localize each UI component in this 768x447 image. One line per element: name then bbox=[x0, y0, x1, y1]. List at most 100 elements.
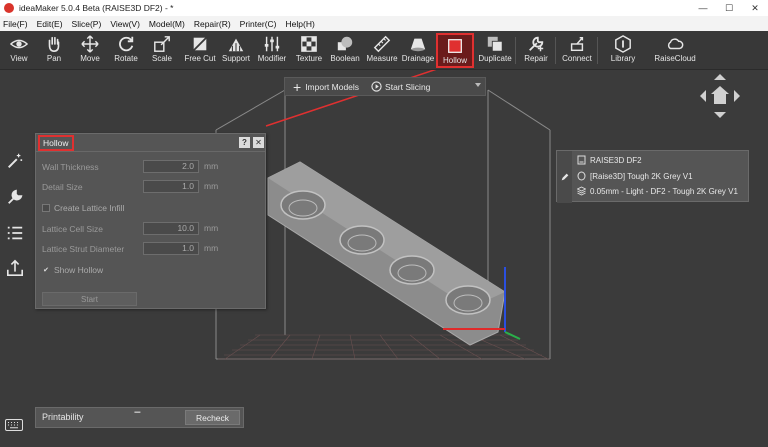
lattice-infill-checkbox[interactable]: Create Lattice Infill bbox=[42, 203, 124, 213]
tool-library-label: Library bbox=[610, 54, 636, 63]
lattice-cell-size-unit: mm bbox=[204, 223, 219, 233]
filament-icon bbox=[577, 171, 586, 181]
tool-pan-label: Pan bbox=[46, 54, 62, 63]
eye-icon bbox=[10, 39, 28, 49]
pencil-icon bbox=[561, 173, 569, 181]
menu-printer[interactable]: Printer(C) bbox=[240, 19, 277, 29]
checkbox-empty-icon bbox=[42, 204, 50, 212]
printer-name: RAISE3D DF2 bbox=[590, 155, 642, 165]
lattice-strut-label: Lattice Strut Diameter bbox=[42, 244, 125, 254]
duplicate-icon bbox=[487, 36, 503, 52]
printability-label: Printability bbox=[42, 412, 84, 422]
toolbar-separator bbox=[515, 37, 516, 64]
drainage-icon bbox=[410, 38, 426, 52]
wrench-sidebar-icon[interactable] bbox=[5, 187, 25, 207]
tool-repair-button[interactable]: Repair bbox=[517, 33, 555, 68]
detail-size-unit: mm bbox=[204, 181, 219, 191]
printer-row[interactable]: RAISE3D DF2 bbox=[577, 155, 642, 165]
connect-icon bbox=[570, 36, 584, 52]
material-name: [Raise3D] Tough 2K Grey V1 bbox=[590, 171, 693, 181]
menu-view[interactable]: View(V) bbox=[110, 19, 140, 29]
tool-boolean-label: Boolean bbox=[330, 54, 360, 63]
nav-down-icon[interactable] bbox=[714, 112, 726, 118]
menu-file[interactable]: File(F) bbox=[3, 19, 28, 29]
layers-icon bbox=[577, 186, 586, 196]
toolbar-separator bbox=[597, 37, 598, 64]
sliders-icon bbox=[264, 36, 280, 52]
menu-bar: File(F) Edit(E) Slice(P) View(V) Model(M… bbox=[0, 16, 768, 31]
show-hollow-label: Show Hollow bbox=[54, 265, 104, 275]
printer-info-panel[interactable]: RAISE3D DF2 [Raise3D] Tough 2K Grey V1 0… bbox=[556, 150, 749, 203]
menu-slice[interactable]: Slice(P) bbox=[72, 19, 102, 29]
tool-rotate-button[interactable]: Rotate bbox=[107, 33, 145, 68]
nav-right-icon[interactable] bbox=[734, 90, 740, 102]
start-slicing-button[interactable]: Start Slicing bbox=[359, 81, 430, 92]
cut-icon bbox=[192, 36, 208, 52]
wall-thickness-input[interactable]: 2.0 bbox=[143, 160, 199, 173]
profile-row[interactable]: 0.05mm - Light - DF2 - Tough 2K Grey V1 bbox=[577, 186, 738, 196]
tool-view-button[interactable]: View bbox=[0, 33, 38, 68]
tool-hollow-button[interactable]: Hollow bbox=[436, 33, 474, 68]
start-hollow-button[interactable]: Start bbox=[42, 292, 137, 306]
tool-view-label: View bbox=[10, 54, 28, 63]
start-slicing-label: Start Slicing bbox=[385, 81, 431, 92]
tool-support-button[interactable]: Support bbox=[217, 33, 255, 68]
material-row[interactable]: [Raise3D] Tough 2K Grey V1 bbox=[577, 171, 693, 181]
close-panel-button[interactable]: ✕ bbox=[253, 137, 264, 148]
tool-scale-button[interactable]: Scale bbox=[143, 33, 181, 68]
drag-grip-icon[interactable]: ▪▪▪▪▪ bbox=[134, 410, 141, 416]
tool-move-label: Move bbox=[80, 54, 100, 63]
magic-wand-icon[interactable] bbox=[5, 151, 25, 171]
build-plate-grid bbox=[218, 334, 550, 360]
navigation-pad bbox=[700, 74, 740, 118]
maximize-button[interactable]: ☐ bbox=[716, 0, 742, 16]
tool-connect-button[interactable]: Connect bbox=[558, 33, 596, 68]
tool-repair-label: Repair bbox=[524, 54, 548, 63]
menu-edit[interactable]: Edit(E) bbox=[37, 19, 63, 29]
tool-move-button[interactable]: Move bbox=[71, 33, 109, 68]
tool-library-button[interactable]: Library bbox=[604, 33, 642, 68]
tool-pan-button[interactable]: Pan bbox=[35, 33, 73, 68]
tool-raisecloud-button[interactable]: RaiseCloud bbox=[654, 33, 696, 68]
import-models-button[interactable]: + Import Models bbox=[285, 80, 360, 94]
show-hollow-checkbox[interactable]: ✔ Show Hollow bbox=[42, 265, 103, 275]
keyboard-icon[interactable] bbox=[5, 419, 23, 431]
hollow-cube-icon bbox=[448, 39, 462, 53]
tool-modifier-label: Modifier bbox=[257, 54, 287, 63]
menu-model[interactable]: Model(M) bbox=[149, 19, 185, 29]
menu-repair[interactable]: Repair(R) bbox=[194, 19, 231, 29]
nav-up-icon[interactable] bbox=[714, 74, 726, 80]
import-models-label: Import Models bbox=[305, 81, 360, 92]
recheck-button[interactable]: Recheck bbox=[185, 410, 240, 425]
printability-panel: Printability ▪▪▪▪▪ Recheck bbox=[35, 407, 244, 428]
tool-measure-button[interactable]: Measure bbox=[363, 33, 401, 68]
nav-left-icon[interactable] bbox=[700, 90, 706, 102]
tool-raisecloud-label: RaiseCloud bbox=[654, 54, 696, 63]
lattice-strut-input[interactable]: 1.0 bbox=[143, 242, 199, 255]
export-icon[interactable] bbox=[5, 258, 25, 278]
menu-help[interactable]: Help(H) bbox=[286, 19, 315, 29]
checkmark-icon: ✔ bbox=[43, 267, 49, 274]
tool-drainage-button[interactable]: Drainage bbox=[399, 33, 437, 68]
tool-free-cut-button[interactable]: Free Cut bbox=[181, 33, 219, 68]
tool-measure-label: Measure bbox=[366, 54, 398, 63]
tool-modifier-button[interactable]: Modifier bbox=[253, 33, 291, 68]
lattice-cell-size-input[interactable]: 10.0 bbox=[143, 222, 199, 235]
list-icon[interactable] bbox=[5, 223, 25, 243]
cloud-icon bbox=[668, 38, 684, 50]
tool-duplicate-button[interactable]: Duplicate bbox=[476, 33, 514, 68]
3d-viewport[interactable]: + Import Models Start Slicing Hollow ? ✕… bbox=[0, 70, 768, 447]
printer-icon bbox=[577, 155, 586, 165]
nav-home-icon[interactable] bbox=[711, 86, 729, 104]
slice-dropdown-icon[interactable] bbox=[475, 83, 481, 87]
hand-icon bbox=[48, 36, 60, 53]
tool-boolean-button[interactable]: Boolean bbox=[326, 33, 364, 68]
close-window-button[interactable]: ✕ bbox=[742, 0, 768, 16]
hollow-panel-header: Hollow ? ✕ bbox=[36, 134, 265, 152]
help-button[interactable]: ? bbox=[239, 137, 250, 148]
lattice-infill-label: Create Lattice Infill bbox=[54, 203, 125, 213]
model-object bbox=[267, 161, 506, 346]
minimize-button[interactable]: — bbox=[690, 0, 716, 16]
detail-size-input[interactable]: 1.0 bbox=[143, 180, 199, 193]
tool-texture-button[interactable]: Texture bbox=[290, 33, 328, 68]
